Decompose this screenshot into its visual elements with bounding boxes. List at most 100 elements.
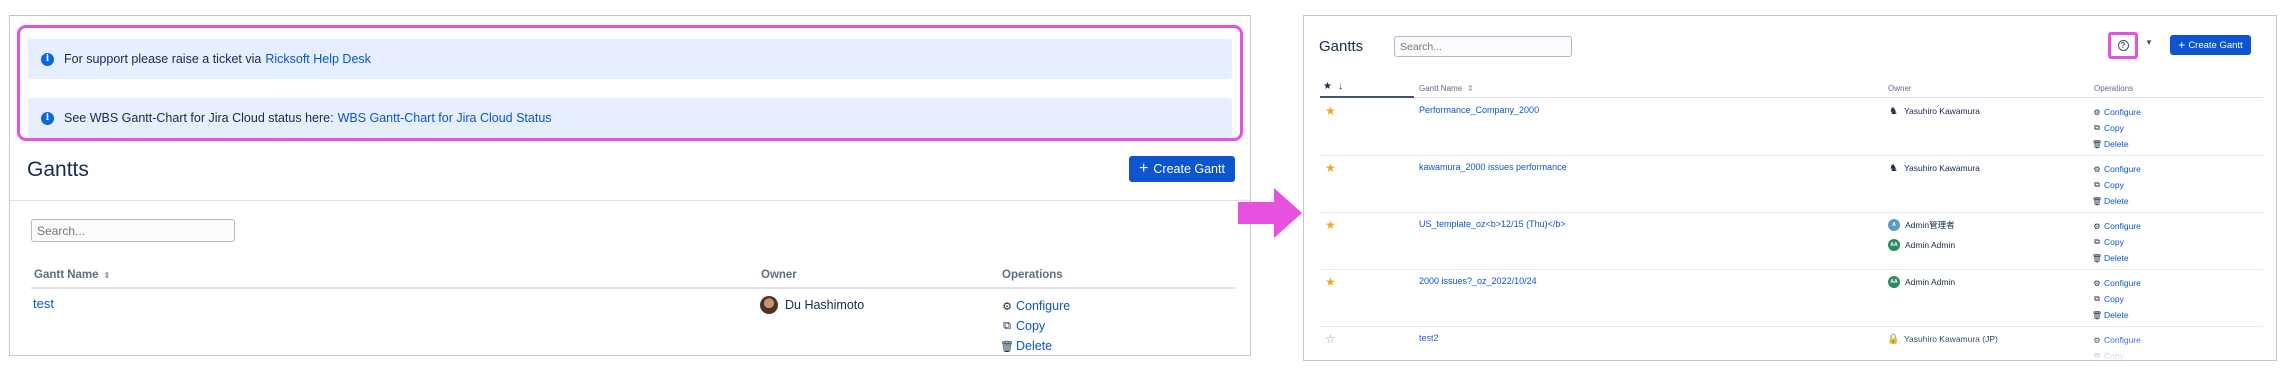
delete-label: Delete: [2104, 196, 2129, 206]
configure-label: Configure: [2104, 221, 2141, 231]
owner: ♞ Yasuhiro Kawamura: [1888, 104, 1980, 124]
info-icon: i: [41, 52, 54, 66]
gantt-name-link[interactable]: Performance_Company_2000: [1419, 105, 1539, 115]
delete-link[interactable]: 🗑 Delete: [2091, 250, 2141, 266]
owner-name: Yasuhiro Kawamura: [1904, 163, 1980, 173]
configure-label: Configure: [1016, 299, 1071, 313]
owner-entry: ♞ Yasuhiro Kawamura: [1888, 161, 1980, 175]
star-icon[interactable]: ★: [1325, 275, 1336, 289]
chevron-down-icon[interactable]: ▼: [2145, 38, 2153, 47]
configure-link[interactable]: ⚙Configure: [2093, 104, 2141, 120]
help-desk-link[interactable]: Ricksoft Help Desk: [265, 52, 371, 66]
copy-icon: ⧉: [2094, 294, 2100, 303]
copy-link[interactable]: ⧉ Copy: [2093, 291, 2141, 307]
star-icon[interactable]: ★: [1325, 161, 1336, 175]
copy-icon: ⧉: [2094, 180, 2100, 189]
notice-text: For support please raise a ticket via: [64, 52, 262, 66]
configure-label: Configure: [2104, 278, 2141, 288]
avatar: [760, 296, 778, 314]
operations: ⚙Configure⧉Copy🗑Delete: [2091, 275, 2141, 323]
owner-name: Du Hashimoto: [785, 298, 865, 312]
plus-icon: +: [1139, 160, 1149, 177]
gantt-name-link[interactable]: test: [33, 296, 54, 311]
owner: AA Admin Admin: [1888, 275, 1955, 295]
configure-link[interactable]: ⚙Configure: [2093, 275, 2141, 291]
column-label: Gantt Name: [34, 269, 99, 281]
copy-link[interactable]: ⧉ Copy: [2093, 177, 2141, 193]
configure-label: Configure: [2104, 107, 2141, 117]
plus-icon: +: [2178, 38, 2186, 52]
status-page-link[interactable]: WBS Gantt-Chart for Jira Cloud Status: [338, 111, 552, 125]
sort-icon: ⇕: [1467, 84, 1474, 93]
owner: Du Hashimoto: [760, 296, 864, 314]
gantt-name-link[interactable]: US_template_oz<b>12/15 (Thu)</b>: [1419, 219, 1566, 229]
delete-label: Delete: [2104, 310, 2129, 320]
owner-name: Admin Admin: [1905, 277, 1956, 287]
gear-icon: ⚙: [1002, 300, 1012, 313]
gantt-name-link[interactable]: kawamura_2000 issues performance: [1419, 162, 1567, 172]
owner: A Admin管理者 AA Admin Admin: [1888, 218, 1955, 258]
owner-entry: AA Admin Admin: [1888, 275, 1955, 289]
delete-link[interactable]: 🗑 Delete: [2091, 307, 2141, 323]
gantt-name-link[interactable]: 2000 issues?_oz_2022/10/24: [1419, 276, 1537, 286]
help-button[interactable]: ?: [2108, 32, 2138, 59]
column-header-gantt-name[interactable]: Gantt Name ⇕: [34, 269, 110, 281]
copy-label: Copy: [2104, 180, 2124, 190]
arrow-down-icon[interactable]: ↓: [1338, 81, 1343, 92]
star-sort-icon[interactable]: ★: [1323, 81, 1332, 92]
delete-label: Delete: [1016, 339, 1053, 353]
star-icon[interactable]: ★: [1325, 218, 1336, 232]
trash-icon: 🗑: [2091, 139, 2103, 149]
avatar: A: [1888, 219, 1900, 231]
delete-link[interactable]: 🗑 Delete: [2091, 136, 2141, 152]
column-header-owner: Owner: [761, 269, 797, 281]
gear-icon: ⚙: [2093, 278, 2101, 288]
configure-link[interactable]: ⚙Configure: [2093, 161, 2141, 177]
star-icon[interactable]: ★: [1325, 104, 1336, 118]
owner-entry: ♞ Yasuhiro Kawamura: [1888, 104, 1980, 118]
notice-text: See WBS Gantt-Chart for Jira Cloud statu…: [64, 111, 334, 125]
search-input[interactable]: [1394, 36, 1572, 57]
copy-icon: ⧉: [2094, 237, 2100, 246]
trash-icon: 🗑: [2091, 253, 2103, 263]
gantts-page-after: Gantts ? ▼ + Create Gantt ★ ↓ Gantt Name…: [1303, 15, 2277, 361]
configure-link[interactable]: ⚙Configure: [2093, 218, 2141, 234]
copy-label: Copy: [1016, 319, 1046, 333]
gear-icon: ⚙: [2093, 221, 2101, 231]
column-header-gantt-name[interactable]: Gantt Name ⇕: [1419, 84, 1474, 93]
avatar: AA: [1888, 276, 1900, 288]
sort-icon: ⇕: [103, 271, 111, 280]
person-icon: ♞: [1889, 162, 1898, 174]
copy-link[interactable]: ⧉ Copy: [1002, 316, 1070, 336]
owner-name: Admin管理者: [1905, 220, 1955, 230]
info-icon: i: [41, 111, 54, 125]
table-row: ★ Performance_Company_2000 ♞ Yasuhiro Kawam…: [1320, 99, 2263, 156]
delete-link[interactable]: 🗑 Delete: [2091, 193, 2141, 209]
operations: ⚙Configure⧉Copy🗑Delete: [2091, 161, 2141, 209]
configure-label: Configure: [2104, 164, 2141, 174]
header-active-underline: [1320, 96, 1414, 98]
person-icon: ♞: [1889, 105, 1898, 117]
trash-icon: 🗑: [2091, 310, 2103, 320]
owner-entry: AA Admin Admin: [1888, 238, 1955, 252]
notices-highlight: i For support please raise a ticket via …: [17, 25, 1243, 141]
search-input[interactable]: [31, 219, 235, 242]
copy-link[interactable]: ⧉ Copy: [2093, 234, 2141, 250]
page-title: Gantts: [27, 158, 89, 181]
column-header-operations: Operations: [2094, 84, 2134, 93]
column-header-operations: Operations: [1002, 269, 1063, 281]
copy-link[interactable]: ⧉ Copy: [2093, 120, 2141, 136]
create-gantt-button[interactable]: + Create Gantt: [2170, 35, 2251, 55]
delete-label: Delete: [2104, 139, 2129, 149]
copy-label: Copy: [2104, 123, 2124, 133]
status-notice: i See WBS Gantt-Chart for Jira Cloud sta…: [28, 98, 1232, 138]
copy-label: Copy: [2104, 294, 2124, 304]
delete-link[interactable]: 🗑 Delete: [1000, 336, 1070, 356]
trash-icon: 🗑: [2091, 196, 2103, 206]
scroll-fade: [1304, 336, 2276, 360]
operations: ⚙Configure⧉Copy🗑Delete: [2091, 218, 2141, 266]
gear-icon: ⚙: [2093, 107, 2101, 117]
configure-link[interactable]: ⚙ Configure: [1002, 296, 1070, 316]
operations: ⚙ Configure ⧉ Copy 🗑 Delete: [1000, 296, 1070, 356]
create-gantt-button[interactable]: + Create Gantt: [1129, 156, 1235, 182]
